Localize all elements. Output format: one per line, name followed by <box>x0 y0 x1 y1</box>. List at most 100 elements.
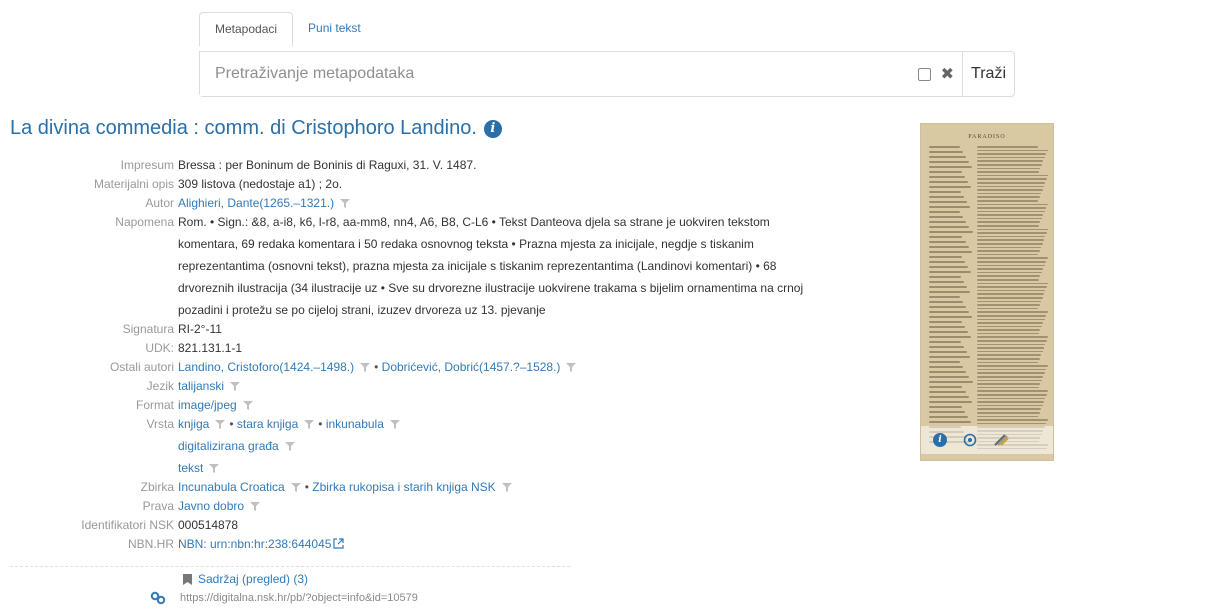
thumbnail-text-line <box>977 171 1039 173</box>
thumbnail-text-line <box>929 276 961 278</box>
thumbnail-text-line <box>929 331 969 333</box>
external-link-icon[interactable] <box>333 536 345 549</box>
type-link[interactable]: digitalizirana građa <box>178 439 279 453</box>
thumbnail-text-line <box>977 340 1047 342</box>
filter-icon[interactable] <box>250 502 261 512</box>
thumbnail-text-line <box>929 306 966 308</box>
meta-value: 309 listova (nedostaje a1) ; 2o. <box>178 177 343 191</box>
thumbnail-text-line <box>977 379 1042 382</box>
thumbnail-text-line <box>929 256 962 258</box>
thumbnail-text-line <box>977 278 1039 281</box>
thumbnail-text-line <box>977 239 1044 242</box>
thumbnail-text-line <box>977 225 1039 227</box>
type-link[interactable]: inkunabula <box>326 417 384 431</box>
search-option-checkbox[interactable] <box>917 67 931 81</box>
author-link[interactable]: Landino, Cristoforo(1424.–1498.) <box>178 360 354 374</box>
bookmark-icon <box>183 573 192 585</box>
separator: • <box>318 417 326 431</box>
thumbnail-text-line <box>929 156 966 158</box>
thumbnail-text-line <box>929 376 970 378</box>
thumbnail-text-line <box>929 216 964 218</box>
info-icon[interactable]: i <box>933 433 947 447</box>
thumbnail-text-line <box>977 257 1048 259</box>
page-thumbnail[interactable]: PARADISO i <box>920 123 1054 461</box>
thumbnail-text-line <box>977 311 1048 313</box>
thumbnail-text-line <box>977 361 1039 364</box>
type-link[interactable]: knjiga <box>178 417 209 431</box>
language-link[interactable]: talijanski <box>178 379 224 393</box>
collection-link[interactable]: Zbirka rukopisa i starih knjiga NSK <box>312 480 495 494</box>
tab-metapodaci[interactable]: Metapodaci <box>199 12 294 46</box>
thumbnail-text-line <box>929 171 962 173</box>
thumbnail-text-line <box>977 318 1045 321</box>
tab-puni-tekst[interactable]: Puni tekst <box>293 12 376 46</box>
thumbnail-text-line <box>977 411 1040 414</box>
search-input[interactable] <box>200 52 918 96</box>
filter-icon[interactable] <box>290 483 301 493</box>
author-link[interactable]: Dobrićević, Dobrić(1457.?–1528.) <box>382 360 561 374</box>
thumbnail-text-line <box>929 296 960 298</box>
thumbnail-text-line <box>929 396 969 398</box>
thumbnail-text-line <box>977 235 1046 238</box>
thumbnail-text-line <box>929 281 964 283</box>
rights-link[interactable]: Javno dobro <box>178 499 244 513</box>
search-button[interactable]: Traži <box>962 52 1014 96</box>
thumbnail-text-line <box>977 286 1047 288</box>
type-link[interactable]: tekst <box>178 461 203 475</box>
thumbnail-text-line <box>977 383 1041 385</box>
meta-label: Signatura <box>122 322 174 336</box>
meta-value: 821.131.1-1 <box>178 341 243 355</box>
meta-value: knjiga • stara knjiga • inkunabula digital… <box>178 415 890 477</box>
thumbnail-text-line <box>977 232 1047 234</box>
filter-icon[interactable] <box>242 401 253 411</box>
thumbnail-text-line <box>977 401 1044 403</box>
filter-icon[interactable] <box>209 464 220 474</box>
thumbnail-text-line <box>977 350 1043 353</box>
thumbnail-text-line <box>977 228 1049 231</box>
meta-label: Zbirka <box>140 480 174 494</box>
meta-row-nbn: NBN.HR NBN: urn:nbn:hr:238:644045 <box>0 535 900 553</box>
thumbnail-text-line <box>929 241 966 243</box>
format-link[interactable]: image/jpeg <box>178 398 237 412</box>
filter-icon[interactable] <box>284 442 295 452</box>
thumbnail-text-line <box>977 332 1039 335</box>
meta-row-prava: Prava Javno dobro <box>0 497 900 515</box>
filter-icon[interactable] <box>340 199 351 209</box>
meta-label: UDK: <box>145 341 174 355</box>
thumbnail-text-line <box>977 243 1043 245</box>
meta-row-zbirka: Zbirka Incunabula Croatica • Zbirka rukop… <box>0 478 900 496</box>
separator: • <box>229 417 237 431</box>
thumbnail-text-line <box>977 210 1045 213</box>
thumbnail-text-line <box>977 217 1042 220</box>
info-icon[interactable]: i <box>483 119 502 138</box>
filter-icon[interactable] <box>304 420 315 430</box>
layers-icon[interactable] <box>993 433 1009 447</box>
thumbnail-text-line <box>977 390 1049 392</box>
nbn-link[interactable]: NBN: urn:nbn:hr:238:644045 <box>178 537 331 551</box>
thumbnail-text-line <box>929 286 967 288</box>
type-link[interactable]: stara knjiga <box>237 417 298 431</box>
thumbnail-text-line <box>977 271 1042 274</box>
thumbnail-text-line <box>929 301 963 303</box>
thumbnail-text-line <box>977 404 1043 407</box>
link-icon[interactable] <box>150 591 166 605</box>
filter-icon[interactable] <box>501 483 512 493</box>
meta-row-ostali-autori: Ostali autori Landino, Cristoforo(1424.–… <box>0 358 900 376</box>
thumbnail-text-line <box>977 185 1044 188</box>
contents-link[interactable]: Sadržaj (pregled) (3) <box>183 572 308 586</box>
filter-icon[interactable] <box>215 420 226 430</box>
collection-link[interactable]: Incunabula Croatica <box>178 480 285 494</box>
filter-icon[interactable] <box>360 363 371 373</box>
meta-row-impresum: Impresum Bressa : per Boninum de Boninis… <box>0 156 900 174</box>
filter-icon[interactable] <box>566 363 577 373</box>
filter-icon[interactable] <box>230 382 241 392</box>
thumbnail-text-line <box>929 371 967 373</box>
author-link[interactable]: Alighieri, Dante(1265.–1321.) <box>178 196 334 210</box>
target-icon[interactable] <box>963 433 977 447</box>
close-icon[interactable]: ✖ <box>941 64 954 84</box>
thumbnail-text-line <box>929 411 965 413</box>
meta-label: Format <box>135 398 174 412</box>
thumbnail-text-line <box>977 372 1045 374</box>
meta-value: Javno dobro <box>178 497 890 515</box>
filter-icon[interactable] <box>389 420 400 430</box>
